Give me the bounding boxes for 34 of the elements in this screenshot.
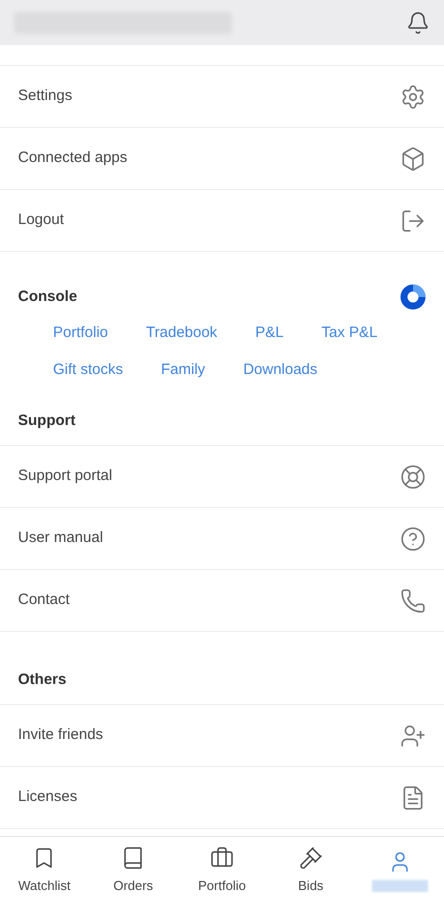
console-link[interactable]: P&L: [255, 322, 284, 344]
nav-tab[interactable]: Portfolio: [178, 837, 266, 904]
menu-item[interactable]: Support portal: [0, 446, 444, 508]
menu-item[interactable]: Logout: [0, 190, 444, 252]
logout-icon: [400, 208, 426, 234]
cube-icon: [400, 146, 426, 172]
help-icon: [400, 526, 426, 552]
console-link[interactable]: Tradebook: [146, 322, 218, 344]
section-title: Support: [18, 412, 76, 429]
console-link[interactable]: Downloads: [243, 358, 318, 381]
console-logo-icon: [400, 284, 426, 310]
menu-item[interactable]: User manual: [0, 508, 444, 570]
section-title: Console: [18, 286, 78, 307]
notification-bell-icon[interactable]: [406, 10, 430, 34]
nav-tab[interactable]: Bids: [266, 837, 356, 904]
console-link[interactable]: Family: [161, 358, 206, 381]
phone-icon: [400, 588, 426, 614]
nav-tab[interactable]: Orders: [88, 837, 178, 904]
menu-item[interactable]: Invite friends: [0, 705, 444, 767]
gear-icon: [400, 84, 426, 110]
redacted-label: [372, 880, 428, 892]
menu-item[interactable]: Settings: [0, 66, 444, 128]
menu-item[interactable]: Connected apps: [0, 128, 444, 190]
console-link[interactable]: Portfolio: [53, 322, 108, 344]
menu-item[interactable]: Licenses: [0, 767, 444, 829]
add-user-icon: [400, 722, 426, 748]
lifebuoy-icon: [400, 464, 426, 490]
briefcase-icon: [210, 846, 234, 870]
console-link[interactable]: Gift stocks: [53, 358, 124, 381]
gavel-icon: [298, 846, 323, 870]
section-title: Others: [18, 671, 66, 688]
nav-tab[interactable]: Watchlist: [0, 837, 89, 904]
menu-item[interactable]: Contact: [0, 570, 444, 632]
console-link[interactable]: Tax P&L: [322, 322, 378, 344]
